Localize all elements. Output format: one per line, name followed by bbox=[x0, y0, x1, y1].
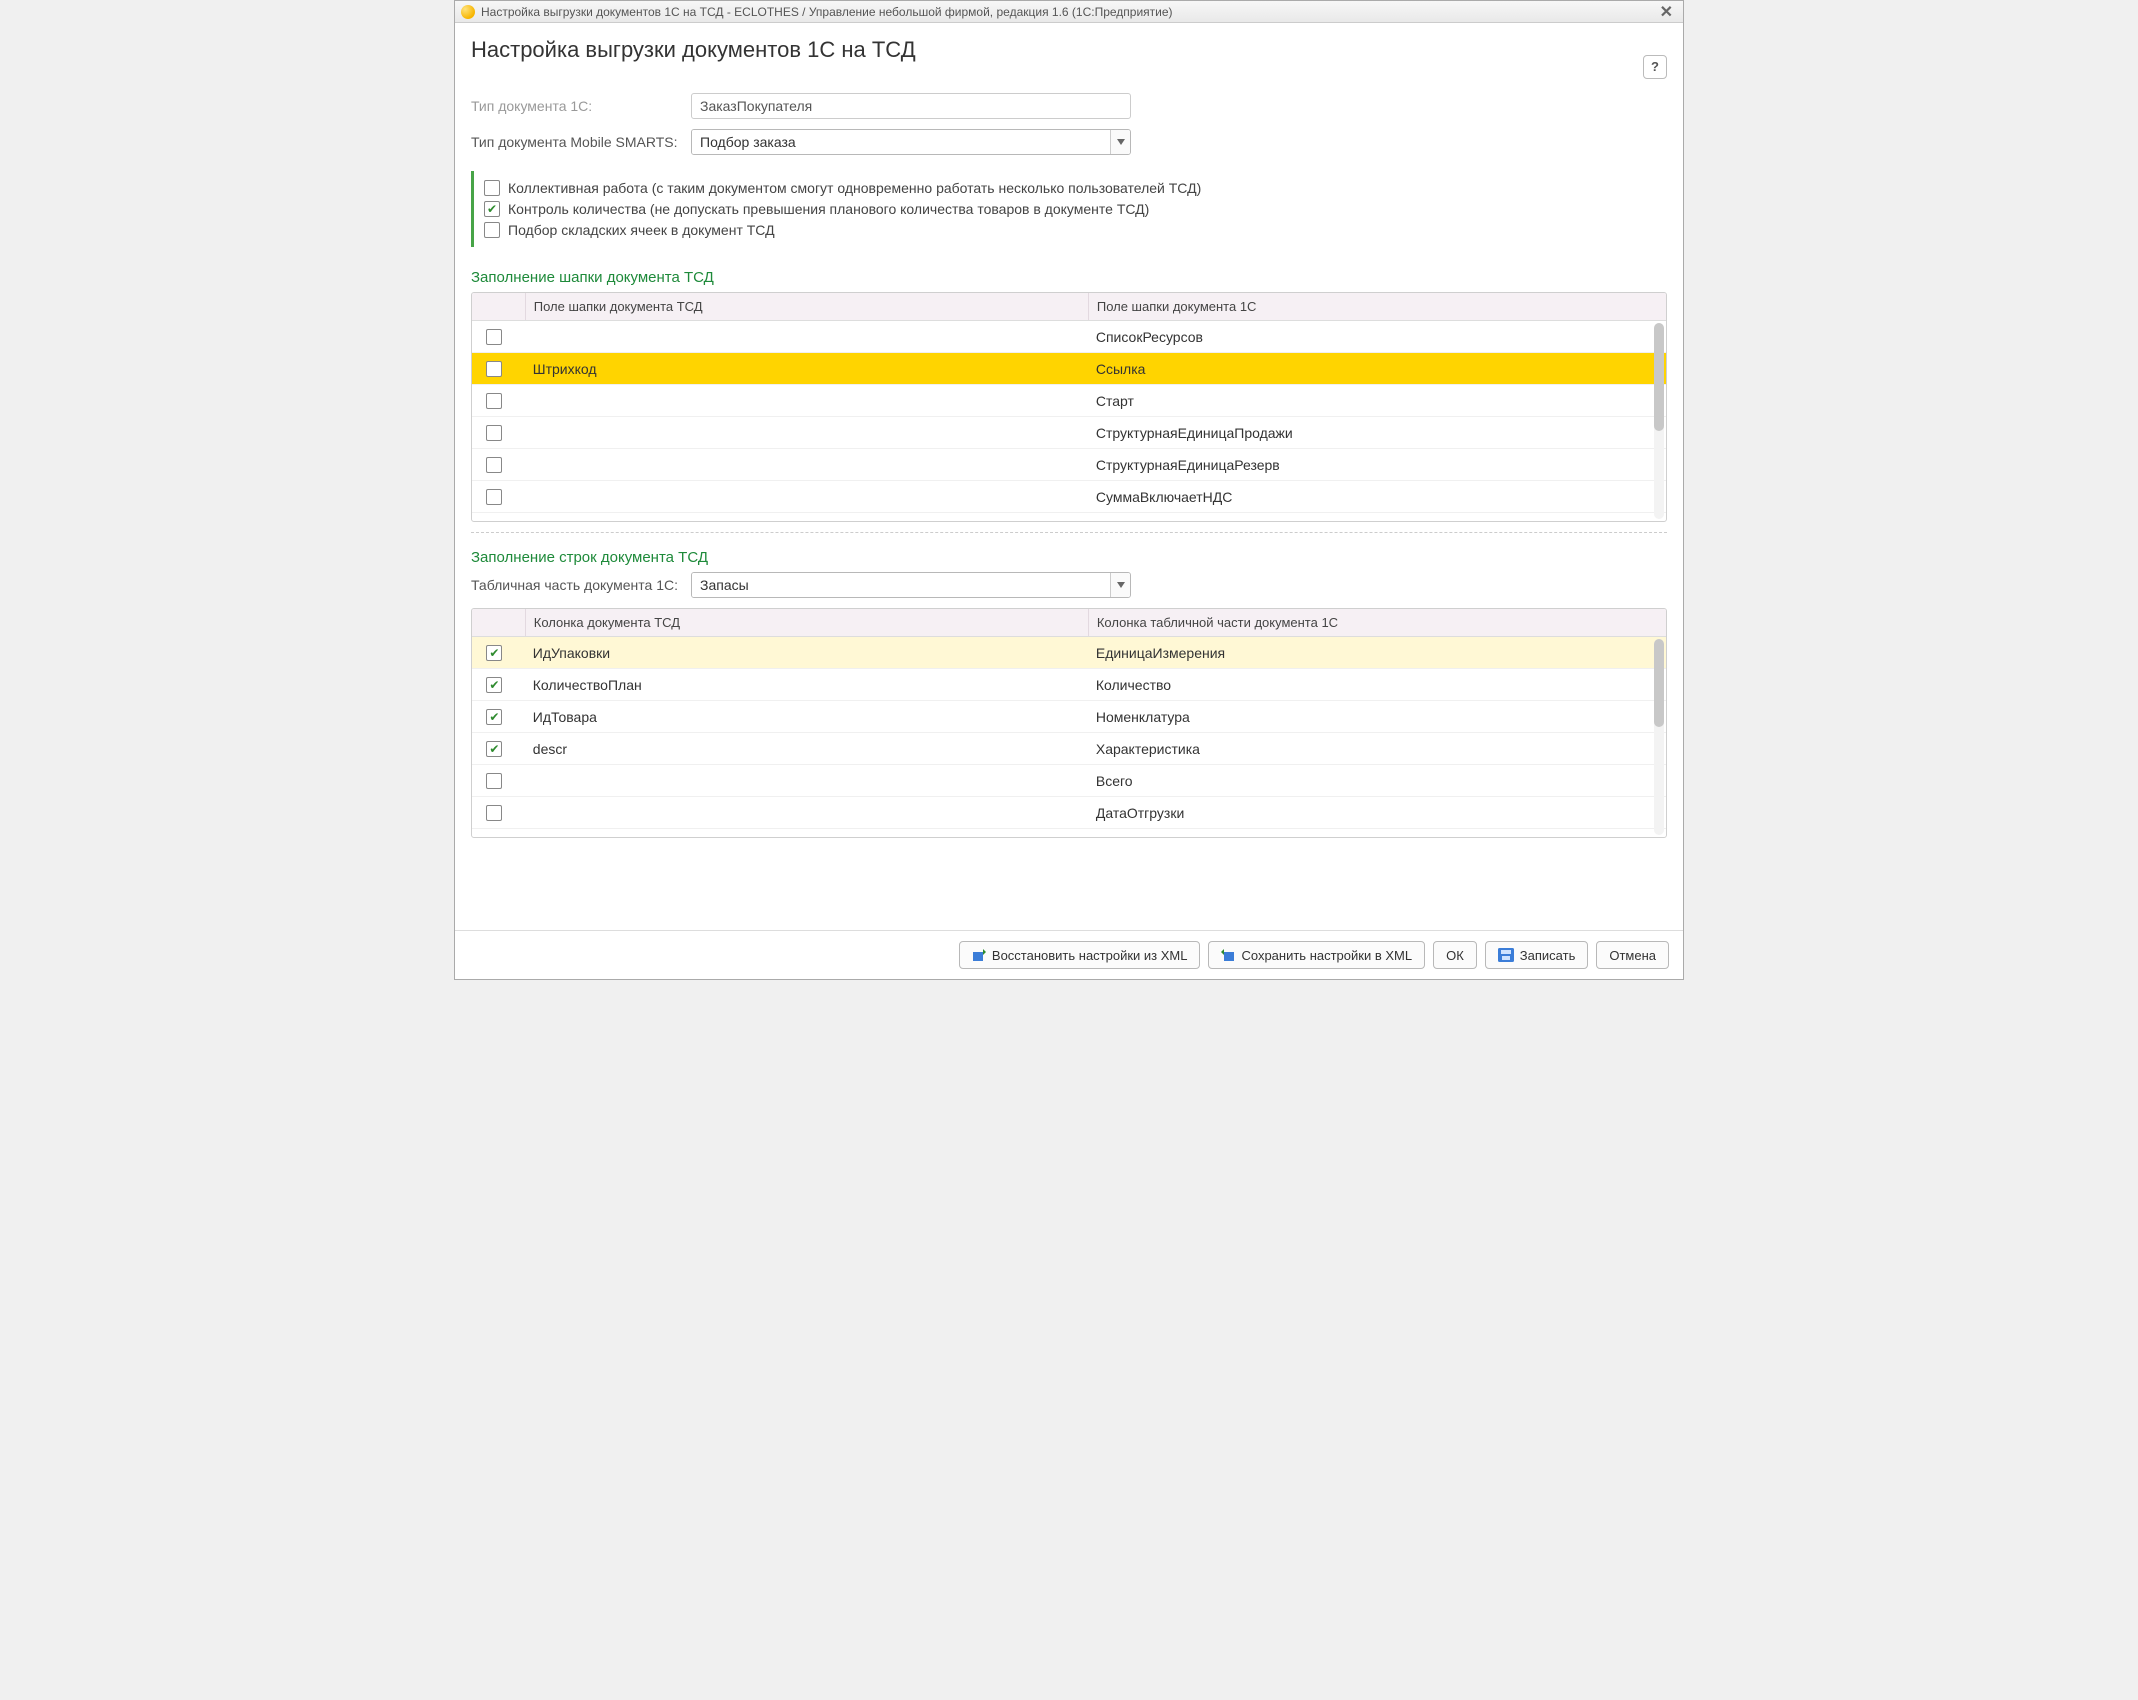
cancel-label: Отмена bbox=[1609, 948, 1656, 963]
section-lines-title: Заполнение строк документа ТСД bbox=[471, 549, 1667, 566]
cell-1c: Номенклатура bbox=[1088, 709, 1651, 725]
option-checkbox[interactable] bbox=[484, 222, 500, 238]
cell-1c: Старт bbox=[1088, 393, 1651, 409]
chevron-down-icon[interactable] bbox=[1110, 573, 1130, 597]
cell-tsd: descr bbox=[525, 741, 1088, 757]
table-row[interactable]: ИдУпаковкиЕдиницаИзмерения bbox=[472, 637, 1666, 669]
row-checkbox[interactable] bbox=[486, 361, 502, 377]
cell-tsd: Штрихкод bbox=[525, 361, 1088, 377]
header-col-tsd[interactable]: Поле шапки документа ТСД bbox=[525, 293, 1088, 320]
section-header-title: Заполнение шапки документа ТСД bbox=[471, 269, 1667, 286]
header-grid: Поле шапки документа ТСД Поле шапки доку… bbox=[471, 292, 1667, 522]
row-checkbox[interactable] bbox=[486, 805, 502, 821]
ok-label: ОК bbox=[1446, 948, 1464, 963]
table-row[interactable]: СуммаВключаетНДС bbox=[472, 481, 1666, 513]
lines-grid: Колонка документа ТСД Колонка табличной … bbox=[471, 608, 1667, 838]
divider bbox=[471, 532, 1667, 533]
table-row[interactable]: Старт bbox=[472, 385, 1666, 417]
table-row[interactable]: СписокРесурсов bbox=[472, 321, 1666, 353]
doc-type-ms-dropdown[interactable] bbox=[691, 129, 1131, 155]
option-row: Коллективная работа (с таким документом … bbox=[484, 180, 1667, 196]
row-checkbox[interactable] bbox=[486, 489, 502, 505]
save-icon bbox=[1498, 948, 1514, 962]
row-checkbox[interactable] bbox=[486, 329, 502, 345]
cell-1c: СтруктурнаяЕдиницаРезерв bbox=[1088, 457, 1651, 473]
row-checkbox[interactable] bbox=[486, 741, 502, 757]
cell-1c: СписокРесурсов bbox=[1088, 329, 1651, 345]
header-col-1c[interactable]: Поле шапки документа 1С bbox=[1088, 293, 1651, 320]
row-checkbox[interactable] bbox=[486, 425, 502, 441]
scrollbar[interactable] bbox=[1654, 323, 1664, 519]
cell-1c: ДатаОтгрузки bbox=[1088, 805, 1651, 821]
doc-type-ms-input[interactable] bbox=[692, 130, 1110, 154]
cell-1c: СуммаВключаетНДС bbox=[1088, 489, 1651, 505]
cell-1c: ЕдиницаИзмерения bbox=[1088, 645, 1651, 661]
table-row[interactable]: ИдТовараНоменклатура bbox=[472, 701, 1666, 733]
option-checkbox[interactable] bbox=[484, 180, 500, 196]
write-label: Записать bbox=[1520, 948, 1576, 963]
cell-1c: Всего bbox=[1088, 773, 1651, 789]
cell-1c: СтруктурнаяЕдиницаПродажи bbox=[1088, 425, 1651, 441]
table-row[interactable]: СтруктурнаяЕдиницаРезерв bbox=[472, 449, 1666, 481]
restore-xml-button[interactable]: Восстановить настройки из XML bbox=[959, 941, 1201, 969]
row-checkbox[interactable] bbox=[486, 457, 502, 473]
doc-type-1c-input[interactable] bbox=[691, 93, 1131, 119]
doc-type-1c-label: Тип документа 1С: bbox=[471, 98, 691, 114]
cell-tsd: КоличествоПлан bbox=[525, 677, 1088, 693]
cell-tsd: ИдУпаковки bbox=[525, 645, 1088, 661]
cancel-button[interactable]: Отмена bbox=[1596, 941, 1669, 969]
page-title: Настройка выгрузки документов 1С на ТСД bbox=[471, 37, 1643, 63]
cell-1c: Характеристика bbox=[1088, 741, 1651, 757]
scrollbar[interactable] bbox=[1654, 639, 1664, 835]
table-row[interactable]: ШтрихкодСсылка bbox=[472, 353, 1666, 385]
chevron-down-icon[interactable] bbox=[1110, 130, 1130, 154]
app-icon bbox=[461, 5, 475, 19]
cell-1c: Ссылка bbox=[1088, 361, 1651, 377]
row-checkbox[interactable] bbox=[486, 393, 502, 409]
option-label: Контроль количества (не допускать превыш… bbox=[508, 201, 1149, 217]
save-xml-button[interactable]: Сохранить настройки в XML bbox=[1208, 941, 1425, 969]
lines-col-tsd[interactable]: Колонка документа ТСД bbox=[525, 609, 1088, 636]
tab-part-label: Табличная часть документа 1С: bbox=[471, 577, 691, 593]
header-grid-head: Поле шапки документа ТСД Поле шапки доку… bbox=[472, 293, 1666, 321]
row-checkbox[interactable] bbox=[486, 677, 502, 693]
row-checkbox[interactable] bbox=[486, 773, 502, 789]
ok-button[interactable]: ОК bbox=[1433, 941, 1477, 969]
table-row[interactable]: Всего bbox=[472, 765, 1666, 797]
tab-part-dropdown[interactable] bbox=[691, 572, 1131, 598]
checkbox-group: Коллективная работа (с таким документом … bbox=[471, 171, 1667, 247]
row-checkbox[interactable] bbox=[486, 645, 502, 661]
cell-1c: Количество bbox=[1088, 677, 1651, 693]
write-button[interactable]: Записать bbox=[1485, 941, 1589, 969]
xml-import-icon bbox=[972, 948, 986, 962]
table-row[interactable]: ДатаОтгрузки bbox=[472, 797, 1666, 829]
option-row: Контроль количества (не допускать превыш… bbox=[484, 201, 1667, 217]
table-row[interactable]: СтруктурнаяЕдиницаПродажи bbox=[472, 417, 1666, 449]
window-title: Настройка выгрузки документов 1С на ТСД … bbox=[481, 5, 1656, 19]
footer: Восстановить настройки из XML Сохранить … bbox=[455, 930, 1683, 979]
option-label: Подбор складских ячеек в документ ТСД bbox=[508, 222, 775, 238]
lines-grid-head: Колонка документа ТСД Колонка табличной … bbox=[472, 609, 1666, 637]
lines-col-1c[interactable]: Колонка табличной части документа 1С bbox=[1088, 609, 1651, 636]
content: Настройка выгрузки документов 1С на ТСД … bbox=[455, 23, 1683, 930]
close-icon[interactable]: ✕ bbox=[1656, 2, 1677, 22]
option-checkbox[interactable] bbox=[484, 201, 500, 217]
option-label: Коллективная работа (с таким документом … bbox=[508, 180, 1201, 196]
titlebar: Настройка выгрузки документов 1С на ТСД … bbox=[455, 1, 1683, 23]
table-row[interactable]: КоличествоПланКоличество bbox=[472, 669, 1666, 701]
table-row[interactable]: descrХарактеристика bbox=[472, 733, 1666, 765]
help-button[interactable]: ? bbox=[1643, 55, 1667, 79]
restore-xml-label: Восстановить настройки из XML bbox=[992, 948, 1188, 963]
cell-tsd: ИдТовара bbox=[525, 709, 1088, 725]
window: Настройка выгрузки документов 1С на ТСД … bbox=[454, 0, 1684, 980]
tab-part-input[interactable] bbox=[692, 573, 1110, 597]
option-row: Подбор складских ячеек в документ ТСД bbox=[484, 222, 1667, 238]
row-checkbox[interactable] bbox=[486, 709, 502, 725]
doc-type-ms-label: Тип документа Mobile SMARTS: bbox=[471, 134, 691, 150]
save-xml-label: Сохранить настройки в XML bbox=[1241, 948, 1412, 963]
xml-export-icon bbox=[1221, 948, 1235, 962]
